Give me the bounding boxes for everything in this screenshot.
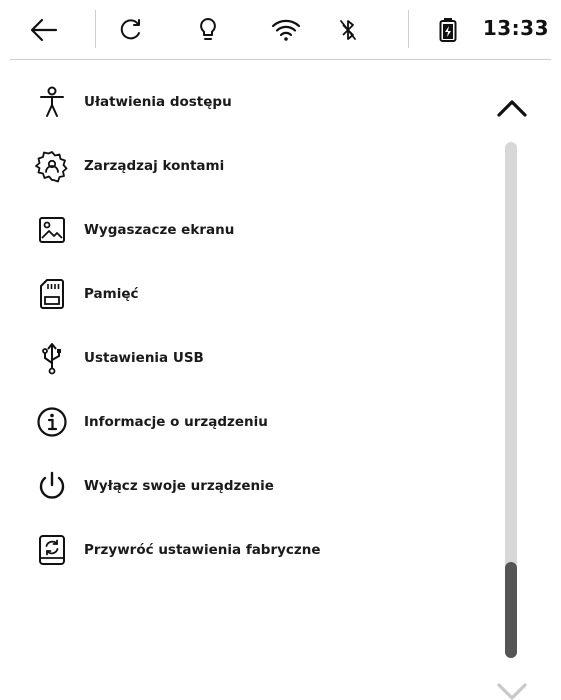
usb-icon: [34, 340, 70, 376]
menu-item-usb-settings[interactable]: Ustawienia USB: [34, 326, 474, 390]
menu-item-storage[interactable]: Pamięć: [34, 262, 474, 326]
clock: 13:33: [482, 16, 549, 40]
menu-item-label: Ułatwienia dostępu: [84, 94, 232, 110]
bluetooth-off-icon[interactable]: [330, 12, 366, 48]
refresh-icon[interactable]: [112, 12, 148, 48]
menu-item-accessibility[interactable]: Ułatwienia dostępu: [34, 70, 474, 134]
battery-charging-icon[interactable]: [430, 12, 466, 48]
divider: [408, 10, 409, 48]
menu-item-label: Przywróć ustawienia fabryczne: [84, 542, 321, 558]
menu-item-label: Informacje o urządzeniu: [84, 414, 268, 430]
account-gear-icon: [34, 148, 70, 184]
lightbulb-icon[interactable]: [190, 12, 226, 48]
menu-item-label: Wyłącz swoje urządzenie: [84, 478, 274, 494]
sd-card-icon: [34, 276, 70, 312]
info-icon: [34, 404, 70, 440]
menu-item-power-off[interactable]: Wyłącz swoje urządzenie: [34, 454, 474, 518]
menu-item-label: Ustawienia USB: [84, 350, 204, 366]
accessibility-icon: [34, 84, 70, 120]
menu-item-accounts[interactable]: Zarządzaj kontami: [34, 134, 474, 198]
factory-reset-icon: [34, 532, 70, 568]
scrollbar-thumb[interactable]: [505, 562, 517, 658]
status-bar: 13:33: [0, 0, 561, 60]
chevron-up-icon[interactable]: [492, 92, 532, 122]
menu-item-label: Pamięć: [84, 286, 139, 302]
chevron-down-icon[interactable]: [492, 678, 532, 700]
menu-item-device-info[interactable]: Informacje o urządzeniu: [34, 390, 474, 454]
menu-item-screensavers[interactable]: Wygaszacze ekranu: [34, 198, 474, 262]
power-icon: [34, 468, 70, 504]
settings-menu: Ułatwienia dostępu Zarządzaj kontami Wyg…: [34, 70, 474, 582]
wifi-icon[interactable]: [268, 12, 304, 48]
divider: [10, 59, 551, 60]
menu-item-factory-reset[interactable]: Przywróć ustawienia fabryczne: [34, 518, 474, 582]
menu-item-label: Wygaszacze ekranu: [84, 222, 235, 238]
image-icon: [34, 212, 70, 248]
divider: [95, 10, 96, 48]
back-arrow-icon[interactable]: [26, 12, 62, 48]
menu-item-label: Zarządzaj kontami: [84, 158, 225, 174]
